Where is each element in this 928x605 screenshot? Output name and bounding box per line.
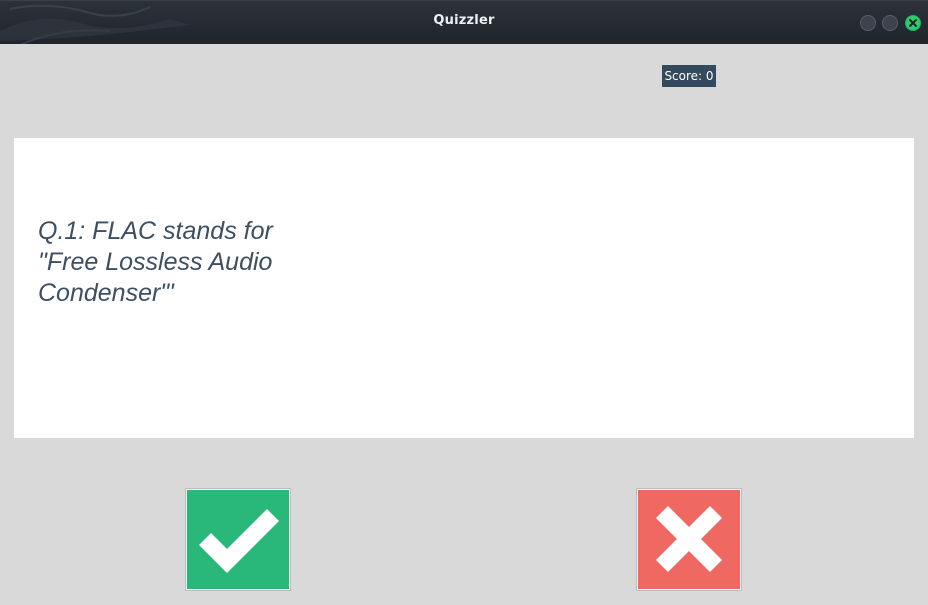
true-button[interactable] xyxy=(186,489,290,590)
minimize-button[interactable] xyxy=(860,15,876,31)
window-title: Quizzler xyxy=(433,13,495,28)
question-text: Q.1: FLAC stands for "Free Lossless Audi… xyxy=(38,217,273,307)
title-bar[interactable]: Quizzler xyxy=(0,0,928,44)
cross-icon xyxy=(655,505,723,573)
app-window: Quizzler Score: 0 Q.1: FLAC stands for "… xyxy=(0,0,928,605)
close-button[interactable] xyxy=(905,15,921,31)
false-button[interactable] xyxy=(637,489,741,590)
maximize-button[interactable] xyxy=(882,15,898,31)
score-label: Score: 0 xyxy=(662,65,716,87)
question-card: Q.1: FLAC stands for "Free Lossless Audi… xyxy=(14,138,914,438)
close-icon xyxy=(909,19,917,27)
check-icon xyxy=(198,508,280,574)
